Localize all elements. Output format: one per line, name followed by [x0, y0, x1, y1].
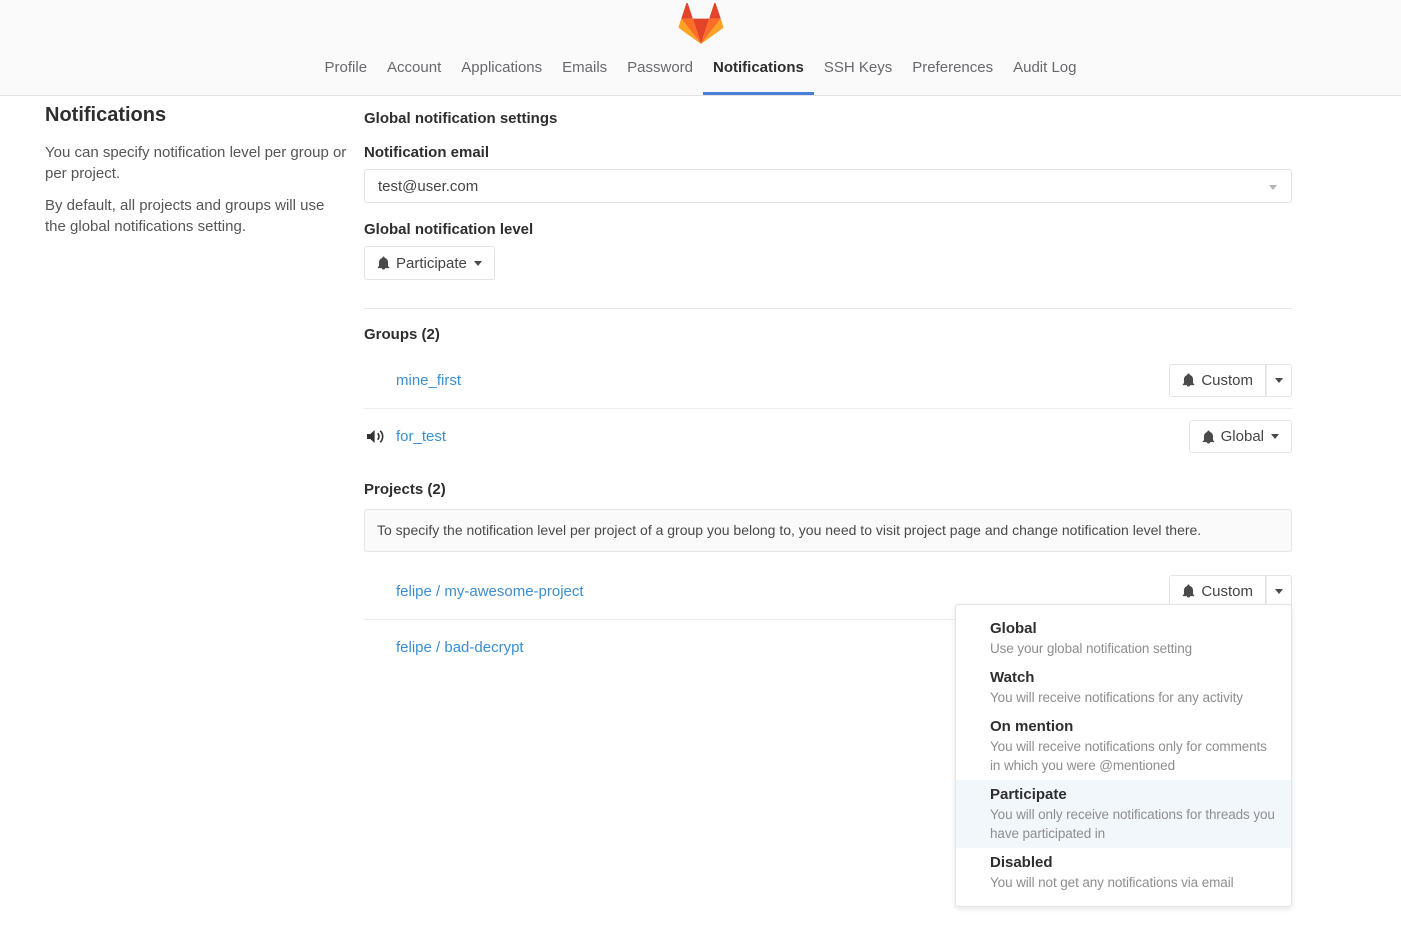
tab-profile[interactable]: Profile	[315, 58, 378, 95]
tab-ssh-keys[interactable]: SSH Keys	[814, 58, 902, 95]
bell-icon	[377, 256, 390, 270]
volume-up-icon	[367, 429, 386, 444]
gitlab-logo-icon	[678, 3, 723, 44]
option-description: You will receive notifications only for …	[990, 737, 1277, 775]
groups-list: mine_first Custom for_test	[364, 352, 1292, 464]
page-description: Notifications You can specify notificati…	[45, 104, 347, 248]
bell-icon	[1202, 430, 1215, 444]
dropdown-option-global[interactable]: Global Use your global notification sett…	[956, 614, 1291, 663]
bell-icon	[1182, 373, 1195, 387]
option-description: You will not get any notifications via e…	[990, 873, 1277, 892]
option-title: Global	[990, 619, 1277, 639]
dropdown-option-on-mention[interactable]: On mention You will receive notification…	[956, 712, 1291, 780]
project-level-caret-button[interactable]	[1266, 575, 1292, 608]
dropdown-option-participate[interactable]: Participate You will only receive notifi…	[956, 780, 1291, 848]
project-link-bad-decrypt[interactable]: felipe / bad-decrypt	[396, 639, 524, 656]
tab-password[interactable]: Password	[617, 58, 703, 95]
global-level-value: Participate	[396, 255, 467, 272]
global-settings-title: Global notification settings	[364, 96, 1292, 129]
global-level-label: Global notification level	[364, 220, 1292, 240]
option-title: Watch	[990, 668, 1277, 688]
global-level-button[interactable]: Participate	[364, 246, 495, 280]
tab-account[interactable]: Account	[377, 58, 451, 95]
tab-applications[interactable]: Applications	[451, 58, 552, 95]
tab-audit-log[interactable]: Audit Log	[1003, 58, 1086, 95]
settings-nav: Profile Account Applications Emails Pass…	[315, 58, 1087, 95]
tab-notifications[interactable]: Notifications	[703, 58, 814, 95]
group-level-button[interactable]: Custom	[1169, 364, 1266, 397]
group-level-value: Global	[1221, 428, 1264, 445]
project-link-my-awesome-project[interactable]: felipe / my-awesome-project	[396, 583, 584, 600]
group-level-value: Custom	[1201, 372, 1253, 389]
project-level-split-button: Custom	[1169, 575, 1292, 608]
dropdown-option-watch[interactable]: Watch You will receive notifications for…	[956, 663, 1291, 712]
notification-email-select[interactable]: test@user.com	[364, 169, 1292, 203]
option-title: On mention	[990, 717, 1277, 737]
description-paragraph: By default, all projects and groups will…	[45, 195, 347, 237]
groups-title: Groups (2)	[364, 325, 1292, 345]
caret-down-icon	[474, 261, 482, 266]
group-row: mine_first Custom	[364, 352, 1292, 408]
option-title: Participate	[990, 785, 1277, 805]
site-header: Profile Account Applications Emails Pass…	[0, 0, 1401, 96]
bell-icon	[1182, 584, 1195, 598]
group-level-button[interactable]: Global	[1189, 420, 1292, 453]
projects-title: Projects (2)	[364, 480, 1292, 500]
group-level-caret-button[interactable]	[1266, 364, 1292, 397]
option-description: You will only receive notifications for …	[990, 805, 1277, 843]
project-level-button[interactable]: Custom	[1169, 575, 1266, 608]
group-link-for-test[interactable]: for_test	[396, 428, 446, 445]
notification-settings-panel: Global notification settings Notificatio…	[364, 96, 1292, 675]
group-link-mine-first[interactable]: mine_first	[396, 372, 461, 389]
page-title: Notifications	[45, 104, 347, 127]
notification-email-value: test@user.com	[378, 178, 478, 195]
dropdown-option-disabled[interactable]: Disabled You will not get any notificati…	[956, 848, 1291, 897]
caret-down-icon	[1271, 434, 1279, 439]
section-divider	[364, 308, 1292, 309]
option-description: You will receive notifications for any a…	[990, 688, 1277, 707]
notification-email-label: Notification email	[364, 143, 1292, 163]
caret-down-icon	[1275, 589, 1283, 594]
group-level-split-button: Custom	[1169, 364, 1292, 397]
group-level-button-wrap: Global	[1189, 420, 1292, 453]
tab-preferences[interactable]: Preferences	[902, 58, 1003, 95]
project-level-value: Custom	[1201, 583, 1253, 600]
group-row: for_test Global	[364, 408, 1292, 464]
option-description: Use your global notification setting	[990, 639, 1277, 658]
projects-notice: To specify the notification level per pr…	[364, 509, 1292, 552]
option-title: Disabled	[990, 853, 1277, 873]
tab-emails[interactable]: Emails	[552, 58, 617, 95]
notification-level-dropdown: Global Use your global notification sett…	[955, 604, 1292, 907]
caret-down-icon	[1275, 378, 1283, 383]
description-paragraph: You can specify notification level per g…	[45, 142, 347, 184]
caret-down-icon	[1269, 185, 1277, 190]
